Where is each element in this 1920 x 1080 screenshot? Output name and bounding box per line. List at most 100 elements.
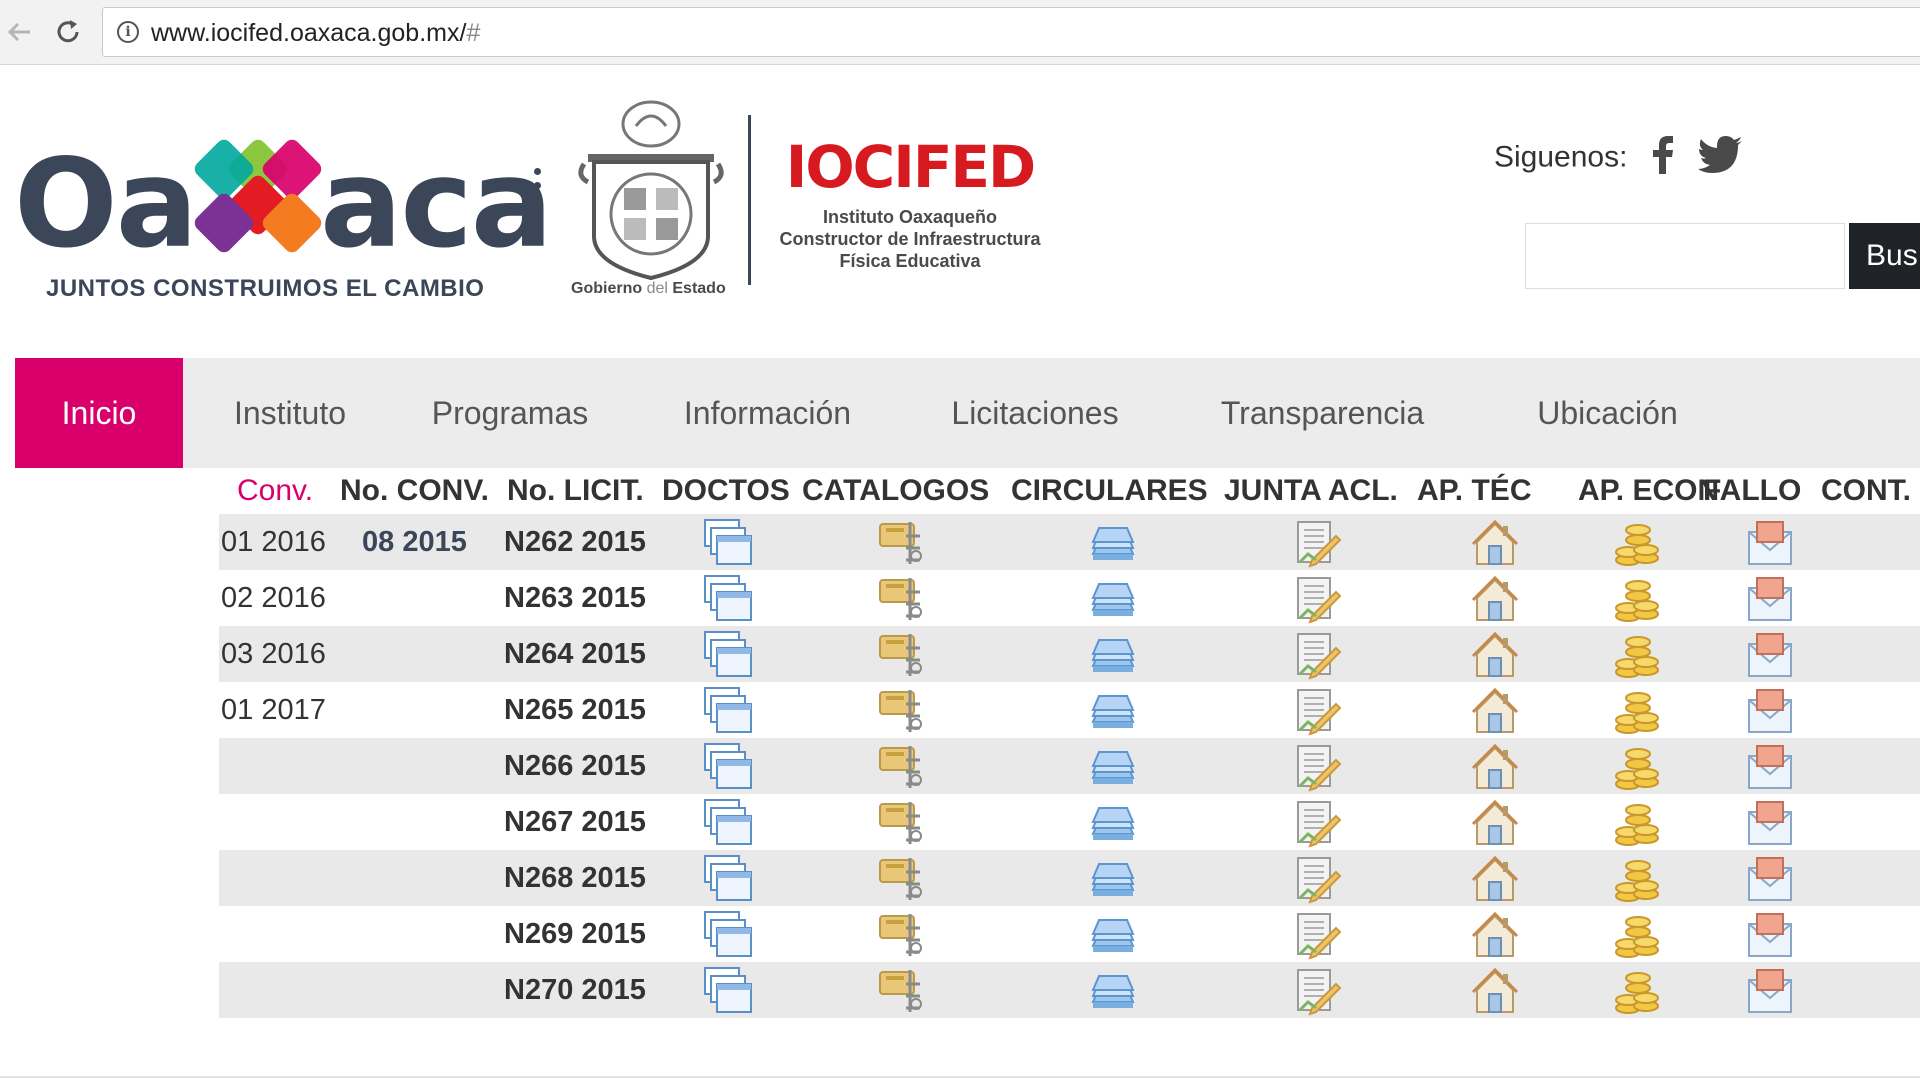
circulars-icon[interactable] xyxy=(1087,910,1139,960)
catalog-icon[interactable] xyxy=(876,518,928,568)
cell-no-licit[interactable]: N268 2015 xyxy=(504,850,646,906)
circulars-icon[interactable] xyxy=(1087,966,1139,1016)
cell-no-licit[interactable]: N269 2015 xyxy=(504,906,646,962)
column-header-fallo: FALLO xyxy=(1703,474,1802,507)
documents-icon[interactable] xyxy=(703,518,755,568)
cell-no-licit[interactable]: N262 2015 xyxy=(504,514,646,570)
economic-opening-icon[interactable] xyxy=(1610,518,1662,568)
circulars-icon[interactable] xyxy=(1087,518,1139,568)
documents-icon[interactable] xyxy=(703,630,755,680)
address-bar[interactable]: i www.iocifed.oaxaca.gob.mx/# xyxy=(102,7,1920,57)
nav-item-programas[interactable]: Programas xyxy=(415,358,605,468)
technical-opening-icon[interactable] xyxy=(1469,798,1521,848)
contract-icon[interactable] xyxy=(1745,798,1797,848)
circulars-icon[interactable] xyxy=(1087,630,1139,680)
technical-opening-icon[interactable] xyxy=(1469,910,1521,960)
clarification-meeting-icon[interactable] xyxy=(1292,854,1344,904)
circulars-icon[interactable] xyxy=(1087,686,1139,736)
economic-opening-icon[interactable] xyxy=(1610,574,1662,624)
coat-of-arms-logo[interactable] xyxy=(566,96,736,306)
cell-no-licit[interactable]: N265 2015 xyxy=(504,682,646,738)
economic-opening-icon[interactable] xyxy=(1610,854,1662,904)
clarification-meeting-icon[interactable] xyxy=(1292,686,1344,736)
nav-item-ubicacion[interactable]: Ubicación xyxy=(1505,358,1710,468)
clarification-meeting-icon[interactable] xyxy=(1292,518,1344,568)
iocifed-subtitle: Instituto Oaxaqueño Constructor de Infra… xyxy=(779,207,1041,271)
catalog-icon[interactable] xyxy=(876,630,928,680)
clarification-meeting-icon[interactable] xyxy=(1292,742,1344,792)
catalog-icon[interactable] xyxy=(876,910,928,960)
cell-no-licit[interactable]: N270 2015 xyxy=(504,962,646,1018)
search-button[interactable]: Bus xyxy=(1849,223,1920,289)
nav-item-transparencia[interactable]: Transparencia xyxy=(1200,358,1445,468)
url-text[interactable]: www.iocifed.oaxaca.gob.mx/# xyxy=(151,19,480,48)
clarification-meeting-icon[interactable] xyxy=(1292,966,1344,1016)
contract-icon[interactable] xyxy=(1745,574,1797,624)
technical-opening-icon[interactable] xyxy=(1469,518,1521,568)
cell-no-licit[interactable]: N263 2015 xyxy=(504,570,646,626)
page-divider xyxy=(0,1076,1920,1078)
catalog-icon[interactable] xyxy=(876,686,928,736)
technical-opening-icon[interactable] xyxy=(1469,966,1521,1016)
catalog-icon[interactable] xyxy=(876,742,928,792)
cell-no-licit[interactable]: N264 2015 xyxy=(504,626,646,682)
info-icon[interactable]: i xyxy=(117,21,139,43)
documents-icon[interactable] xyxy=(703,686,755,736)
nav-item-inicio[interactable]: Inicio xyxy=(15,358,183,468)
documents-icon[interactable] xyxy=(703,574,755,624)
clarification-meeting-icon[interactable] xyxy=(1292,630,1344,680)
catalog-icon[interactable] xyxy=(876,798,928,848)
search-input[interactable] xyxy=(1525,223,1845,289)
economic-opening-icon[interactable] xyxy=(1610,686,1662,736)
nav-item-informacion[interactable]: Información xyxy=(665,358,870,468)
contract-icon[interactable] xyxy=(1745,686,1797,736)
economic-opening-icon[interactable] xyxy=(1610,798,1662,848)
technical-opening-icon[interactable] xyxy=(1469,574,1521,624)
economic-opening-icon[interactable] xyxy=(1610,910,1662,960)
documents-icon[interactable] xyxy=(703,966,755,1016)
back-arrow-icon[interactable] xyxy=(2,14,38,50)
catalog-icon[interactable] xyxy=(876,574,928,624)
cell-no-licit[interactable]: N267 2015 xyxy=(504,794,646,850)
oaxaca-logo[interactable]: Oa aca JUNTOS CONSTRUIMOS EL CAMBIO xyxy=(14,136,553,373)
economic-opening-icon[interactable] xyxy=(1610,742,1662,792)
documents-icon[interactable] xyxy=(703,854,755,904)
contract-icon[interactable] xyxy=(1745,854,1797,904)
nav-item-licitaciones[interactable]: Licitaciones xyxy=(930,358,1140,468)
catalog-icon[interactable] xyxy=(876,966,928,1016)
column-header-conv: Conv. xyxy=(237,474,314,507)
documents-icon[interactable] xyxy=(703,798,755,848)
contract-icon[interactable] xyxy=(1745,518,1797,568)
reload-icon[interactable] xyxy=(50,14,86,50)
cell-conv[interactable]: 01 2017 xyxy=(221,682,326,738)
iocifed-logo[interactable]: IOCIFED Instituto Oaxaqueño Constructor … xyxy=(770,138,1050,272)
documents-icon[interactable] xyxy=(703,910,755,960)
clarification-meeting-icon[interactable] xyxy=(1292,798,1344,848)
twitter-icon[interactable] xyxy=(1698,136,1743,179)
economic-opening-icon[interactable] xyxy=(1610,966,1662,1016)
documents-icon[interactable] xyxy=(703,742,755,792)
contract-icon[interactable] xyxy=(1745,966,1797,1016)
technical-opening-icon[interactable] xyxy=(1469,686,1521,736)
cell-conv[interactable]: 02 2016 xyxy=(221,570,326,626)
circulars-icon[interactable] xyxy=(1087,742,1139,792)
cell-conv[interactable]: 01 2016 xyxy=(221,514,326,570)
technical-opening-icon[interactable] xyxy=(1469,854,1521,904)
circulars-icon[interactable] xyxy=(1087,574,1139,624)
technical-opening-icon[interactable] xyxy=(1469,742,1521,792)
technical-opening-icon[interactable] xyxy=(1469,630,1521,680)
contract-icon[interactable] xyxy=(1745,742,1797,792)
cell-no-conv[interactable]: 08 2015 xyxy=(362,514,467,570)
nav-item-instituto[interactable]: Instituto xyxy=(210,358,370,468)
circulars-icon[interactable] xyxy=(1087,798,1139,848)
cell-conv[interactable]: 03 2016 xyxy=(221,626,326,682)
clarification-meeting-icon[interactable] xyxy=(1292,910,1344,960)
contract-icon[interactable] xyxy=(1745,910,1797,960)
catalog-icon[interactable] xyxy=(876,854,928,904)
cell-no-licit[interactable]: N266 2015 xyxy=(504,738,646,794)
facebook-icon[interactable] xyxy=(1652,136,1674,179)
circulars-icon[interactable] xyxy=(1087,854,1139,904)
clarification-meeting-icon[interactable] xyxy=(1292,574,1344,624)
contract-icon[interactable] xyxy=(1745,630,1797,680)
economic-opening-icon[interactable] xyxy=(1610,630,1662,680)
